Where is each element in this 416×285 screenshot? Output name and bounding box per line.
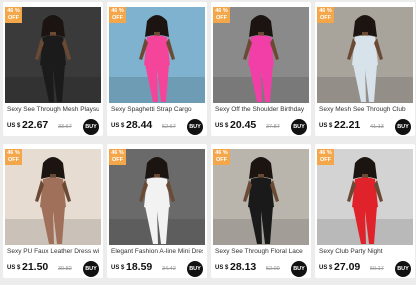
sale-price: 21.50 [22, 261, 49, 273]
product-card[interactable]: 46 % OFF Sexy See Through Mesh Playsuit … [3, 2, 103, 136]
currency-label: US $ [111, 123, 125, 129]
discount-badge: 46 % OFF [317, 149, 334, 165]
product-card[interactable]: 46 % OFF Sexy Spaghetti Strap Cargo US $… [107, 2, 207, 136]
product-image[interactable]: 46 % OFF [317, 149, 413, 245]
product-image[interactable]: 46 % OFF [213, 149, 309, 245]
buy-button[interactable]: BUY [395, 119, 411, 135]
buy-button[interactable]: BUY [83, 119, 99, 135]
sale-price: 20.45 [230, 119, 257, 131]
sale-price: 22.67 [22, 119, 49, 131]
sale-price: 22.21 [334, 119, 361, 131]
currency-label: US $ [111, 265, 125, 271]
buy-button[interactable]: BUY [83, 261, 99, 277]
product-title[interactable]: Sexy Club Party Night [319, 248, 411, 257]
original-price: 52.67 [162, 124, 176, 130]
product-title[interactable]: Sexy Spaghetti Strap Cargo [111, 106, 203, 115]
currency-label: US $ [319, 123, 333, 129]
original-price: 34.42 [162, 266, 176, 272]
discount-badge: 46 % OFF [213, 7, 230, 23]
product-title[interactable]: Sexy Mesh See Through Club [319, 106, 411, 115]
original-price: 41.13 [370, 124, 384, 130]
buy-button[interactable]: BUY [187, 261, 203, 277]
product-card[interactable]: 46 % OFF Sexy Mesh See Through Club US $… [315, 2, 415, 136]
product-card[interactable]: 46 % OFF Elegant Fashion A-line Mini Dre… [107, 144, 207, 278]
product-image[interactable]: 46 % OFF [5, 7, 101, 103]
original-price: 50.17 [370, 266, 384, 272]
buy-button[interactable]: BUY [291, 261, 307, 277]
price-row: US $ 22.21 41.13 BUY [319, 119, 413, 135]
product-image[interactable]: 46 % OFF [5, 149, 101, 245]
original-price: 52.09 [266, 266, 280, 272]
currency-label: US $ [215, 123, 229, 129]
price-row: US $ 22.67 33.67 BUY [7, 119, 101, 135]
product-card[interactable]: 46 % OFF Sexy Off the Shoulder Birthday … [211, 2, 311, 136]
currency-label: US $ [7, 123, 21, 129]
buy-button[interactable]: BUY [395, 261, 411, 277]
product-card[interactable]: 46 % OFF Sexy Club Party Night US $ 27.0… [315, 144, 415, 278]
sale-price: 18.59 [126, 261, 153, 273]
buy-button[interactable]: BUY [187, 119, 203, 135]
currency-label: US $ [319, 265, 333, 271]
buy-button[interactable]: BUY [291, 119, 307, 135]
price-row: US $ 21.50 39.82 BUY [7, 261, 101, 277]
price-row: US $ 27.09 50.17 BUY [319, 261, 413, 277]
product-image[interactable]: 46 % OFF [109, 149, 205, 245]
product-image[interactable]: 46 % OFF [109, 7, 205, 103]
product-title[interactable]: Elegant Fashion A-line Mini Dress [111, 248, 203, 257]
discount-badge: 46 % OFF [5, 7, 22, 23]
product-grid: 46 % OFF Sexy See Through Mesh Playsuit … [0, 0, 416, 285]
product-card[interactable]: 46 % OFF Sexy See Through Floral Lace US… [211, 144, 311, 278]
discount-badge: 46 % OFF [317, 7, 334, 23]
product-card[interactable]: 46 % OFF Sexy PU Faux Leather Dress with… [3, 144, 103, 278]
product-image[interactable]: 46 % OFF [213, 7, 309, 103]
sale-price: 28.44 [126, 119, 153, 131]
original-price: 33.67 [58, 124, 72, 130]
product-title[interactable]: Sexy Off the Shoulder Birthday [215, 106, 307, 115]
product-title[interactable]: Sexy See Through Mesh Playsuit [7, 106, 99, 115]
discount-badge: 46 % OFF [109, 149, 126, 165]
discount-badge: 46 % OFF [109, 7, 126, 23]
original-price: 37.87 [266, 124, 280, 130]
discount-badge: 46 % OFF [213, 149, 230, 165]
sale-price: 27.09 [334, 261, 361, 273]
price-row: US $ 18.59 34.42 BUY [111, 261, 205, 277]
currency-label: US $ [215, 265, 229, 271]
price-row: US $ 28.44 52.67 BUY [111, 119, 205, 135]
product-title[interactable]: Sexy See Through Floral Lace [215, 248, 307, 257]
product-image[interactable]: 46 % OFF [317, 7, 413, 103]
currency-label: US $ [7, 265, 21, 271]
sale-price: 28.13 [230, 261, 257, 273]
original-price: 39.82 [58, 266, 72, 272]
discount-badge: 46 % OFF [5, 149, 22, 165]
price-row: US $ 20.45 37.87 BUY [215, 119, 309, 135]
price-row: US $ 28.13 52.09 BUY [215, 261, 309, 277]
product-title[interactable]: Sexy PU Faux Leather Dress with [7, 248, 99, 257]
